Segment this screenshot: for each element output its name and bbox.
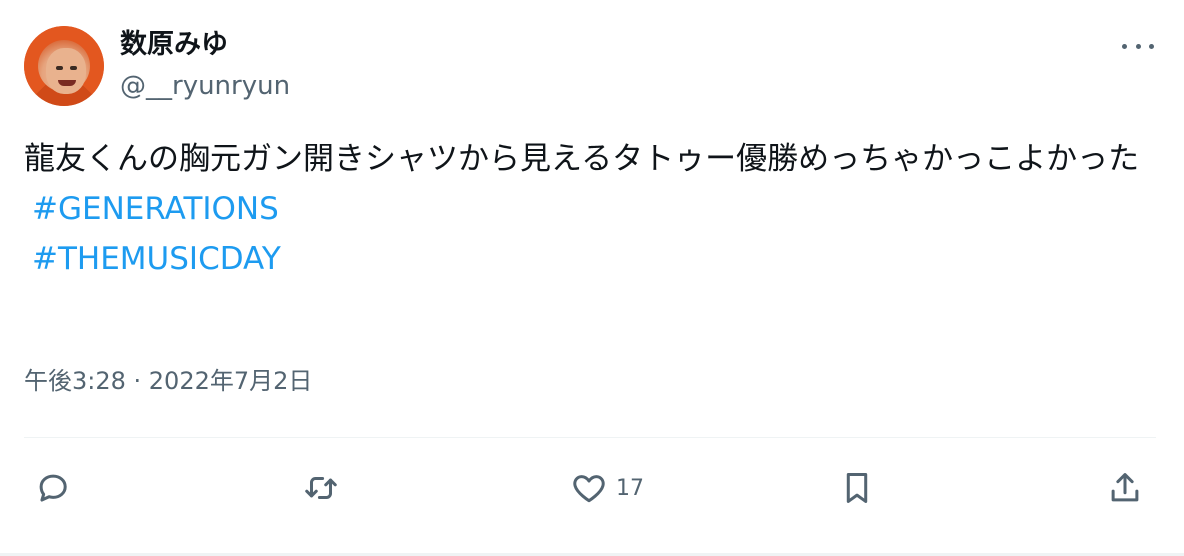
- dot: [1122, 43, 1127, 49]
- divider: [24, 437, 1156, 438]
- avatar-face: [46, 48, 86, 94]
- reply-button[interactable]: [34, 466, 72, 510]
- heart-icon: [573, 475, 605, 503]
- retweet-icon: [305, 476, 337, 500]
- tweet-card: 数原みゆ @__ryunryun 龍友くんの胸元ガン開きシャツから見えるタトゥー…: [0, 0, 1184, 556]
- bookmark-icon: [846, 473, 868, 503]
- like-count: 17: [616, 475, 644, 501]
- retweet-button[interactable]: [302, 466, 340, 510]
- tweet-timestamp[interactable]: 午後3:28 · 2022年7月2日: [24, 364, 312, 398]
- hashtag-link[interactable]: #THEMUSICDAY: [24, 234, 1164, 284]
- tweet-text: 龍友くんの胸元ガン開きシャツから見えるタトゥー優勝めっちゃかっこよかった #GE…: [24, 134, 1164, 284]
- more-options-icon[interactable]: [1118, 36, 1158, 56]
- dot: [1149, 43, 1154, 49]
- bookmark-button[interactable]: [838, 466, 876, 510]
- avatar-eye: [56, 66, 63, 70]
- user-handle[interactable]: @__ryunryun: [120, 70, 290, 102]
- avatar-eye: [70, 66, 77, 70]
- dot: [1135, 43, 1141, 49]
- share-icon: [1111, 473, 1139, 502]
- share-button[interactable]: [1106, 466, 1144, 510]
- tweet-body: 龍友くんの胸元ガン開きシャツから見えるタトゥー優勝めっちゃかっこよかった: [24, 141, 1140, 177]
- hashtag-link[interactable]: #GENERATIONS: [24, 184, 1164, 234]
- like-button[interactable]: 17: [570, 466, 644, 510]
- reply-icon: [39, 474, 67, 502]
- avatar[interactable]: [24, 26, 104, 106]
- display-name[interactable]: 数原みゆ: [120, 28, 228, 62]
